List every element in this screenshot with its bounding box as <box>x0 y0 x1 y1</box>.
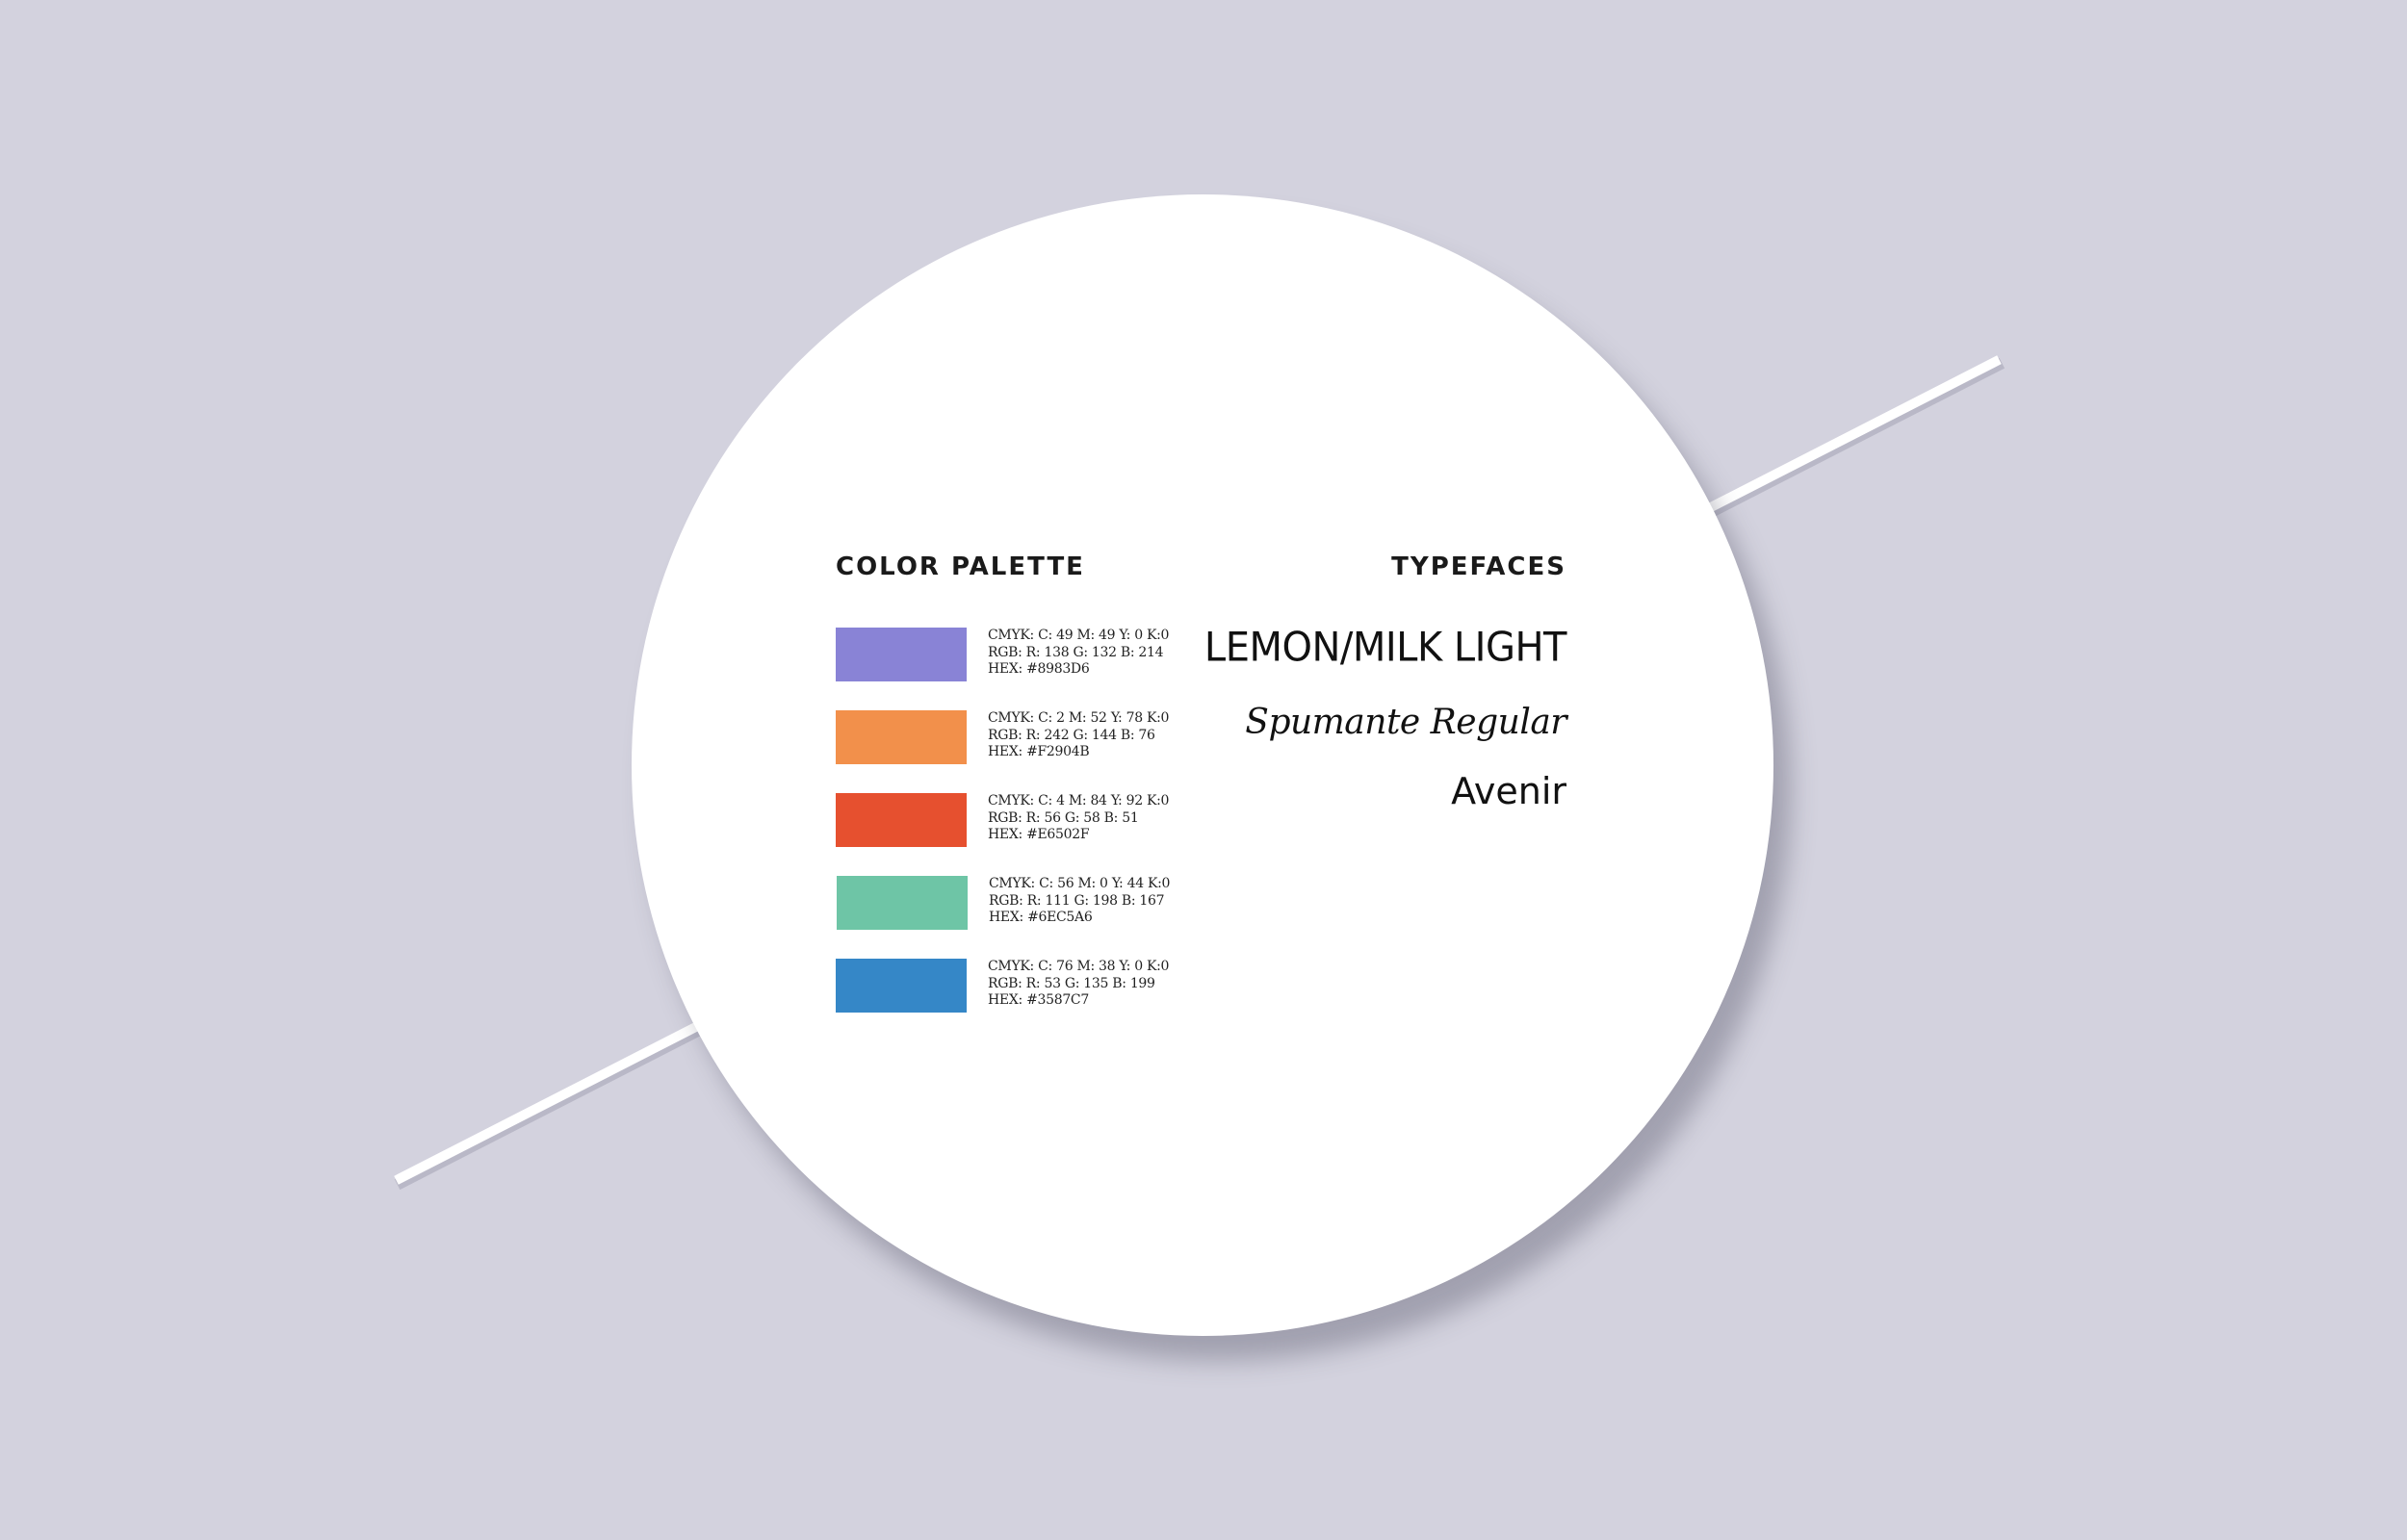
swatch-cmyk: CMYK: C: 56 M: 0 Y: 44 K:0 <box>989 876 1171 891</box>
swatch-rgb: RGB: R: 56 G: 58 B: 51 <box>988 809 1139 826</box>
swatch-info-red: CMYK: C: 4 M: 84 Y: 92 K:0 RGB: R: 56 G:… <box>988 793 1169 844</box>
typeface-avenir: Avenir <box>1451 770 1566 812</box>
swatch-purple <box>836 628 967 681</box>
swatch-hex: HEX: #E6502F <box>988 827 1090 842</box>
white-disc <box>632 194 1773 1336</box>
swatch-cmyk: CMYK: C: 2 M: 52 Y: 78 K:0 <box>988 710 1170 726</box>
swatch-cmyk: CMYK: C: 76 M: 38 Y: 0 K:0 <box>988 959 1170 974</box>
swatch-info-purple: CMYK: C: 49 M: 49 Y: 0 K:0 RGB: R: 138 G… <box>988 628 1169 679</box>
swatch-red <box>836 793 967 847</box>
swatch-hex: HEX: #8983D6 <box>988 661 1090 677</box>
swatch-rgb: RGB: R: 111 G: 198 B: 167 <box>989 892 1165 909</box>
typefaces-title: TYPEFACES <box>1391 552 1566 581</box>
swatch-rgb: RGB: R: 138 G: 132 B: 214 <box>988 644 1164 660</box>
swatch-cmyk: CMYK: C: 4 M: 84 Y: 92 K:0 <box>988 793 1170 808</box>
swatch-blue <box>836 959 967 1013</box>
swatch-hex: HEX: #3587C7 <box>988 992 1089 1008</box>
typeface-lemon-milk-light: LEMON/MILK LIGHT <box>1204 624 1567 672</box>
typeface-spumante-regular: Spumante Regular <box>1245 703 1566 742</box>
swatch-info-green: CMYK: C: 56 M: 0 Y: 44 K:0 RGB: R: 111 G… <box>989 876 1170 927</box>
swatch-info-blue: CMYK: C: 76 M: 38 Y: 0 K:0 RGB: R: 53 G:… <box>988 959 1169 1010</box>
swatch-cmyk: CMYK: C: 49 M: 49 Y: 0 K:0 <box>988 628 1170 643</box>
color-palette-title: COLOR PALETTE <box>836 552 1085 581</box>
swatch-hex: HEX: #6EC5A6 <box>989 910 1093 925</box>
swatch-orange <box>836 710 967 764</box>
swatch-hex: HEX: #F2904B <box>988 744 1090 759</box>
swatch-rgb: RGB: R: 53 G: 135 B: 199 <box>988 975 1155 991</box>
swatch-green <box>837 876 968 930</box>
swatch-info-orange: CMYK: C: 2 M: 52 Y: 78 K:0 RGB: R: 242 G… <box>988 710 1169 761</box>
swatch-rgb: RGB: R: 242 G: 144 B: 76 <box>988 727 1155 743</box>
